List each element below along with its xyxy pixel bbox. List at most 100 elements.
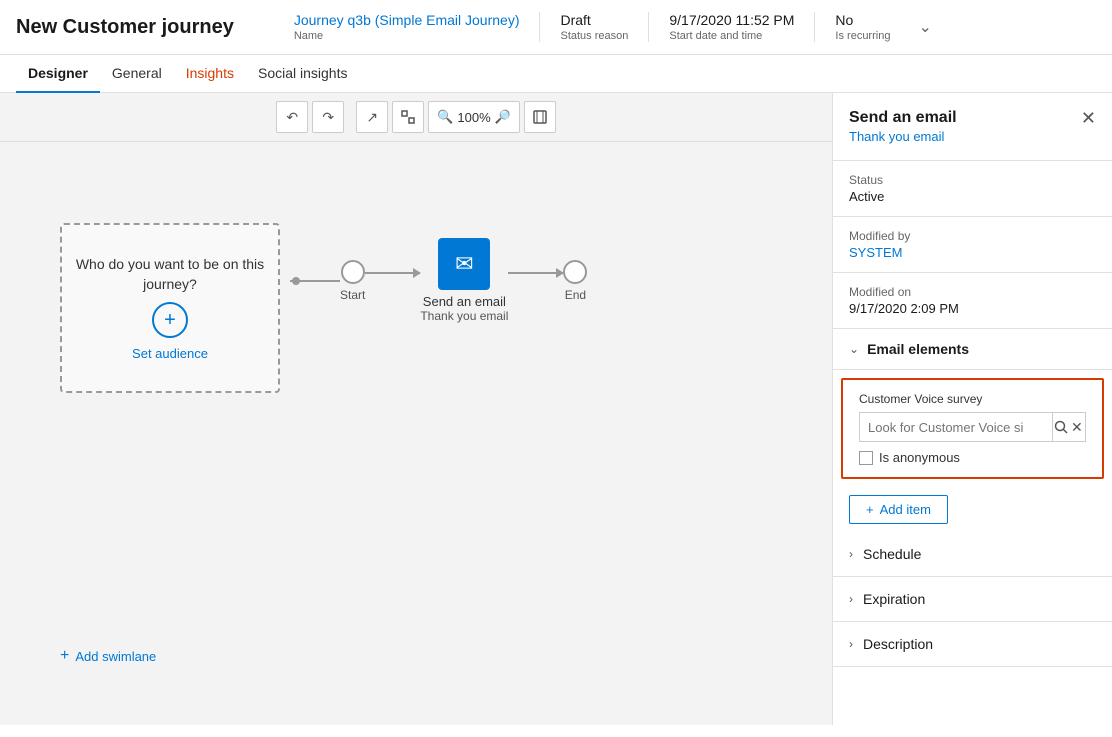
add-swimlane-label: Add swimlane: [75, 649, 156, 664]
tab-general[interactable]: General: [100, 55, 174, 93]
start-connector: [290, 280, 340, 282]
email-node-label: Send an email: [423, 294, 506, 309]
description-section-title: Description: [863, 636, 933, 652]
panel-close-button[interactable]: ✕: [1081, 109, 1096, 127]
canvas-toolbar: ↶ ↷ ↗ 🔍 100% 🔎: [0, 93, 832, 142]
start-dot: [292, 277, 300, 285]
audience-text: Who do you want to be on this journey?: [62, 255, 278, 294]
zoom-control[interactable]: 🔍 100% 🔎: [428, 101, 520, 133]
fit-button[interactable]: [392, 101, 424, 133]
panel-modified-by-section: Modified by SYSTEM: [833, 217, 1112, 273]
email-elements-section-header[interactable]: ⌄ Email elements: [833, 329, 1112, 370]
page-header: New Customer journey Journey q3b (Simple…: [0, 0, 1112, 55]
panel-status-section: Status Active: [833, 161, 1112, 217]
panel-header-content: Send an email Thank you email: [849, 109, 957, 144]
email-icon: ✉: [455, 251, 473, 277]
cv-anonymous-label: Is anonymous: [879, 450, 960, 465]
panel-title: Send an email: [849, 109, 957, 127]
description-section-header[interactable]: › Description: [833, 622, 1112, 667]
customer-voice-section: Customer Voice survey ✕ Is anonymous: [841, 378, 1104, 479]
status-field: Draft Status reason: [540, 12, 649, 42]
frame-button[interactable]: [524, 101, 556, 133]
description-chevron-icon: ›: [849, 637, 853, 651]
expiration-section-header[interactable]: › Expiration: [833, 577, 1112, 622]
panel-subtitle[interactable]: Thank you email: [849, 129, 957, 144]
flow-container: Start ✉ Send an email Thank you email: [290, 238, 587, 323]
journey-name-field: Journey q3b (Simple Email Journey) Name: [274, 12, 541, 42]
flow-node-email[interactable]: ✉ Send an email Thank you email: [420, 238, 508, 323]
start-date-value: 9/17/2020 11:52 PM: [669, 12, 794, 28]
zoom-level: 100%: [457, 110, 490, 125]
email-node-sublabel: Thank you email: [420, 309, 508, 323]
start-label: Start: [340, 288, 365, 302]
redo-button[interactable]: ↷: [312, 101, 344, 133]
cv-search-button[interactable]: [1052, 412, 1069, 442]
cv-anonymous-row: Is anonymous: [859, 450, 1086, 465]
designer-canvas: ↶ ↷ ↗ 🔍 100% 🔎 Who do you want to be on …: [0, 93, 832, 725]
audience-box: Who do you want to be on this journey? +…: [60, 223, 280, 393]
status-field-label: Status: [849, 173, 1096, 187]
status-label: Status reason: [560, 30, 628, 42]
end-label: End: [565, 288, 586, 302]
modified-on-label: Modified on: [849, 285, 1096, 299]
journey-name-value: Journey q3b (Simple Email Journey): [294, 12, 520, 28]
expiration-section-title: Expiration: [863, 591, 925, 607]
schedule-section-header[interactable]: › Schedule: [833, 532, 1112, 577]
connector-line-3: [508, 272, 563, 274]
zoom-in-icon[interactable]: 🔎: [495, 109, 511, 125]
main-area: ↶ ↷ ↗ 🔍 100% 🔎 Who do you want to be on …: [0, 93, 1112, 725]
journey-name-label: Name: [294, 30, 520, 42]
connector-3: [508, 272, 563, 274]
connector-line-1: [290, 280, 340, 282]
zoom-out-icon[interactable]: 🔍: [437, 109, 453, 125]
expand-button[interactable]: ↗: [356, 101, 388, 133]
schedule-chevron-icon: ›: [849, 547, 853, 561]
recurring-field: No Is recurring: [815, 12, 910, 42]
expiration-chevron-icon: ›: [849, 592, 853, 606]
arrow-head-2: [556, 268, 569, 278]
connector-2: [365, 272, 420, 274]
email-node-box[interactable]: ✉: [438, 238, 490, 290]
panel-modified-on-section: Modified on 9/17/2020 2:09 PM: [833, 273, 1112, 329]
schedule-section-title: Schedule: [863, 546, 921, 562]
arrow-head-1: [413, 268, 426, 278]
cv-survey-label: Customer Voice survey: [859, 392, 1086, 406]
tab-bar: Designer General Insights Social insight…: [0, 55, 1112, 93]
undo-button[interactable]: ↶: [276, 101, 308, 133]
flow-node-end: End: [563, 260, 587, 302]
header-meta: Journey q3b (Simple Email Journey) Name …: [274, 12, 1096, 42]
add-audience-button[interactable]: +: [152, 302, 188, 338]
page-title: New Customer journey: [16, 16, 234, 39]
email-elements-chevron-icon: ⌄: [849, 342, 859, 356]
cv-search-input[interactable]: [860, 420, 1052, 435]
cv-search-container: ✕: [859, 412, 1086, 442]
add-item-button[interactable]: + Add item: [849, 495, 948, 524]
right-panel: Send an email Thank you email ✕ Status A…: [832, 93, 1112, 725]
status-value: Draft: [560, 12, 628, 28]
recurring-label: Is recurring: [835, 30, 890, 42]
email-elements-title: Email elements: [867, 341, 969, 357]
start-date-label: Start date and time: [669, 30, 794, 42]
tab-designer[interactable]: Designer: [16, 55, 100, 93]
cv-anonymous-checkbox[interactable]: [859, 451, 873, 465]
add-item-plus-icon: +: [866, 502, 874, 517]
modified-by-label: Modified by: [849, 229, 1096, 243]
status-field-value: Active: [849, 189, 1096, 204]
header-chevron-icon[interactable]: ⌄: [918, 17, 931, 37]
set-audience-link[interactable]: Set audience: [132, 346, 208, 361]
start-date-field: 9/17/2020 11:52 PM Start date and time: [649, 12, 815, 42]
tab-social-insights[interactable]: Social insights: [246, 55, 360, 93]
connector-line-2: [365, 272, 420, 274]
recurring-value: No: [835, 12, 890, 28]
add-item-label: Add item: [880, 502, 931, 517]
modified-on-value: 9/17/2020 2:09 PM: [849, 301, 1096, 316]
flow-node-start: Start: [340, 260, 365, 302]
panel-header: Send an email Thank you email ✕: [833, 93, 1112, 161]
add-swimlane-plus-icon: +: [60, 647, 69, 665]
modified-by-value[interactable]: SYSTEM: [849, 245, 1096, 260]
tab-insights[interactable]: Insights: [174, 55, 246, 93]
journey-flow-area: Who do you want to be on this journey? +…: [0, 143, 832, 725]
cv-search-clear-button[interactable]: ✕: [1069, 412, 1085, 442]
start-circle: [341, 260, 365, 284]
add-swimlane-button[interactable]: + Add swimlane: [60, 647, 156, 665]
